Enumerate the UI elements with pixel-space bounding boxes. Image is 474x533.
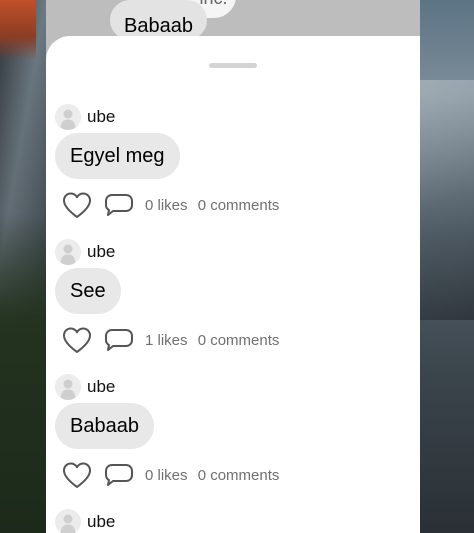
comment-bubble-icon — [105, 194, 133, 216]
post-author[interactable]: ube — [55, 374, 115, 400]
avatar[interactable] — [55, 239, 81, 265]
message-bubble[interactable]: See — [55, 268, 121, 314]
comment-button[interactable] — [103, 190, 135, 220]
author-name: ube — [87, 107, 116, 126]
likes-count: 0 likes — [145, 466, 188, 484]
author-name: ube — [87, 512, 116, 531]
comments-count: 0 comments — [197, 466, 280, 484]
background-message-bubble: Babaab — [110, 0, 207, 40]
like-button[interactable] — [61, 460, 93, 490]
author-name: ube — [87, 377, 116, 396]
person-silhouette-icon — [60, 514, 76, 533]
post-author[interactable]: ube — [55, 239, 115, 265]
avatar[interactable] — [55, 509, 81, 533]
author-name: ube — [87, 242, 116, 261]
heart-icon — [63, 327, 91, 353]
like-button[interactable] — [61, 325, 93, 355]
post-actions: 0 likes 0 comments — [61, 190, 279, 220]
likes-count: 1 likes — [145, 331, 188, 349]
post-actions: 1 likes 0 comments — [61, 325, 279, 355]
post-author[interactable]: ube — [55, 104, 115, 130]
comment-button[interactable] — [103, 460, 135, 490]
comment-bubble-icon — [105, 329, 133, 351]
message-bubble[interactable]: Egyel meg — [55, 133, 180, 179]
post-author[interactable]: ube — [55, 509, 115, 533]
message-bubble[interactable]: Babaab — [55, 403, 154, 449]
sheet-drag-handle[interactable] — [209, 63, 257, 68]
avatar[interactable] — [55, 104, 81, 130]
heart-icon — [63, 462, 91, 488]
comment-bubble-icon — [105, 464, 133, 486]
wallpaper-right-cliff — [418, 0, 474, 533]
comments-count: 0 comments — [197, 196, 280, 214]
person-silhouette-icon — [60, 109, 76, 130]
post-actions: 0 likes 0 comments — [61, 460, 279, 490]
post-stats: 1 likes 0 comments — [145, 332, 279, 349]
comment-button[interactable] — [103, 325, 135, 355]
heart-icon — [63, 192, 91, 218]
person-silhouette-icon — [60, 244, 76, 265]
avatar[interactable] — [55, 374, 81, 400]
likes-count: 0 likes — [145, 196, 188, 214]
person-silhouette-icon — [60, 379, 76, 400]
comments-count: 0 comments — [197, 331, 280, 349]
post-stats: 0 likes 0 comments — [145, 197, 279, 214]
like-button[interactable] — [61, 190, 93, 220]
post-stats: 0 likes 0 comments — [145, 467, 279, 484]
comments-bottom-sheet[interactable]: ube Egyel meg 0 likes 0 comments ube See… — [46, 36, 420, 533]
